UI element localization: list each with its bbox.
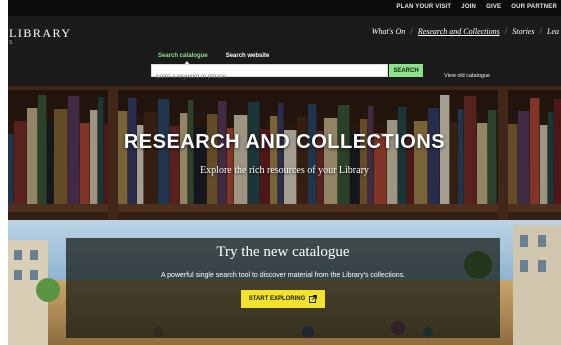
page: PLAN YOUR VISIT JOIN GIVE OUR PARTNER LI… xyxy=(8,0,561,345)
start-exploring-button[interactable]: START EXPLORING xyxy=(241,290,325,308)
nav-item-stories[interactable]: Stories xyxy=(512,27,534,36)
promo-description: A powerful single search tool to discove… xyxy=(160,272,406,279)
external-link-icon xyxy=(309,295,318,303)
search-tabs: Search catalogue Search website xyxy=(158,53,269,59)
search-input[interactable] xyxy=(152,71,381,83)
utility-link-partner[interactable]: OUR PARTNER xyxy=(511,4,557,10)
site-logo-subtext: S xyxy=(9,40,13,46)
utility-bar: PLAN YOUR VISIT JOIN GIVE OUR PARTNER xyxy=(8,0,561,16)
tab-search-catalogue[interactable]: Search catalogue xyxy=(158,53,208,59)
nav-separator: / xyxy=(539,26,542,36)
promo-title: Try the new catalogue xyxy=(216,244,350,260)
nav-item-learn[interactable]: Lea xyxy=(547,27,559,36)
hero-banner: RESEARCH AND COLLECTIONS Explore the ric… xyxy=(8,86,561,220)
tab-search-website[interactable]: Search website xyxy=(226,53,270,59)
promo-card: Try the new catalogue A powerful single … xyxy=(66,238,500,338)
hero-subtitle: Explore the rich resources of your Libra… xyxy=(200,165,369,176)
search-field[interactable] xyxy=(151,64,388,83)
view-old-catalogue-link[interactable]: View old catalogue xyxy=(444,73,490,79)
nav-item-research-collections[interactable]: Research and Collections xyxy=(418,27,500,36)
nav-item-whats-on[interactable]: What's On xyxy=(372,27,406,36)
site-logo[interactable]: LIBRARY xyxy=(9,26,72,41)
hero-title: RESEARCH AND COLLECTIONS xyxy=(123,131,446,153)
utility-nav: PLAN YOUR VISIT JOIN GIVE OUR PARTNER xyxy=(396,4,557,10)
utility-link-plan-visit[interactable]: PLAN YOUR VISIT xyxy=(396,4,451,10)
main-nav: What's On / Research and Collections / S… xyxy=(372,26,559,36)
utility-link-give[interactable]: GIVE xyxy=(486,4,501,10)
utility-link-join[interactable]: JOIN xyxy=(461,4,476,10)
nav-separator: / xyxy=(410,26,413,36)
start-exploring-label: START EXPLORING xyxy=(248,296,306,302)
promo-section: Try the new catalogue A powerful single … xyxy=(8,220,561,345)
site-header: LIBRARY S What's On / Research and Colle… xyxy=(8,16,561,86)
nav-separator: / xyxy=(504,26,508,36)
search-button[interactable]: SEARCH xyxy=(389,64,423,77)
